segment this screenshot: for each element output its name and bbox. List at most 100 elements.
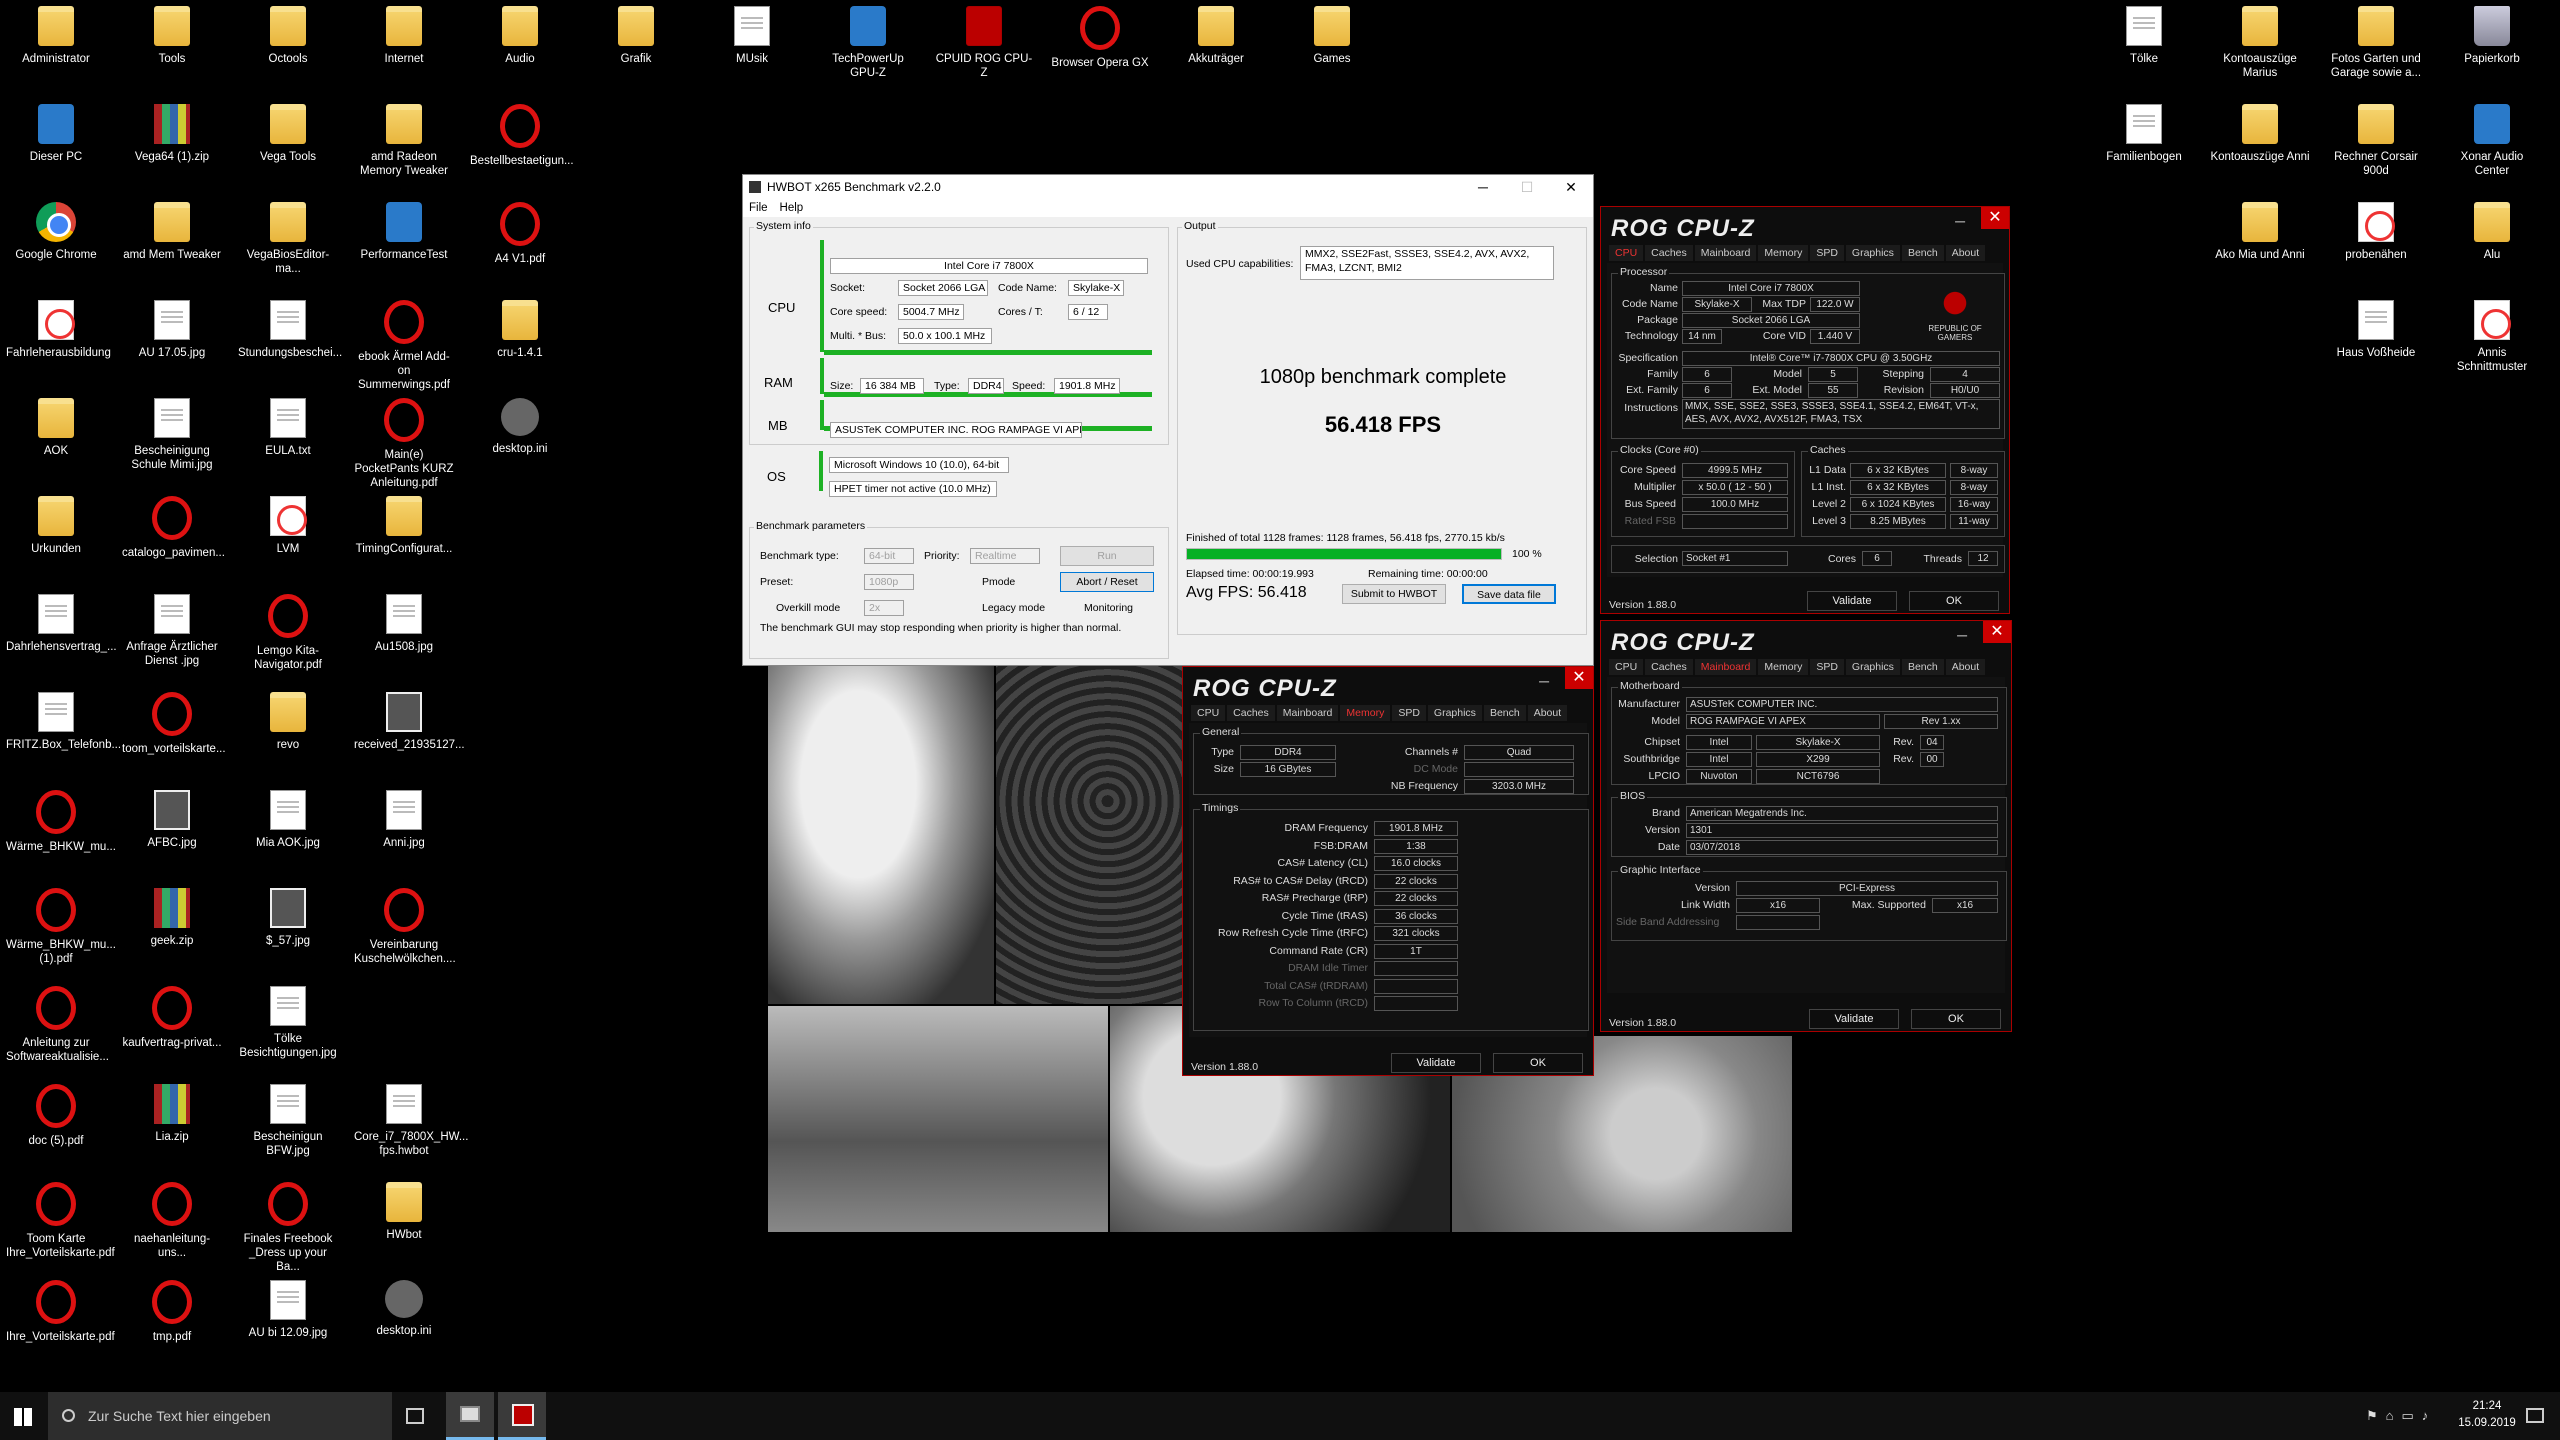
menu-help[interactable]: Help <box>780 202 804 214</box>
desktop-icon-anleitung-zur-softwareaktualisie[interactable]: Anleitung zur Softwareaktualisie... <box>6 980 109 1064</box>
tab-caches[interactable]: Caches <box>1645 245 1693 261</box>
desktop-icon-toom-karte-ihre-vorteilskarte-pdf[interactable]: Toom Karte Ihre_Vorteilskarte.pdf <box>6 1176 115 1260</box>
tab-graphics[interactable]: Graphics <box>1427 705 1482 721</box>
desktop-icon-cru-1-4-1[interactable]: cru-1.4.1 <box>470 294 570 360</box>
desktop-icon-toom-vorteilskarte[interactable]: toom_vorteilskarte... <box>122 686 226 756</box>
desktop-icon-browser-opera-gx[interactable]: Browser Opera GX <box>1050 0 1150 70</box>
overkill-checkbox[interactable]: Overkill mode <box>776 602 840 614</box>
tab-spd[interactable]: SPD <box>1810 245 1844 261</box>
minimize-icon[interactable]: ─ <box>1955 213 1965 229</box>
close-icon[interactable]: ✕ <box>1565 667 1593 689</box>
desktop-icon-au-bi-12-09-jpg[interactable]: AU bi 12.09.jpg <box>238 1274 338 1340</box>
desktop-icon-received-21935127[interactable]: received_21935127... <box>354 686 465 752</box>
desktop-icon-timingconfigurat[interactable]: TimingConfigurat... <box>354 490 454 556</box>
desktop-icon-tools[interactable]: Tools <box>122 0 222 66</box>
tab-about[interactable]: About <box>1945 245 1986 261</box>
desktop-icon-musik[interactable]: MUsik <box>702 0 802 66</box>
preset-select[interactable]: 1080p <box>864 574 914 590</box>
minimize-icon[interactable]: ─ <box>1957 627 1967 643</box>
desktop-icon-w-rme-bhkw-mu[interactable]: Wärme_BHKW_mu... <box>6 784 116 854</box>
desktop-icon-afbc-jpg[interactable]: AFBC.jpg <box>122 784 222 850</box>
desktop-icon-doc-5-pdf[interactable]: doc (5).pdf <box>6 1078 106 1148</box>
socket-select[interactable]: Socket #1 <box>1682 551 1788 566</box>
desktop-icon-t-lke-besichtigungen-jpg[interactable]: Tölke Besichtigungen.jpg <box>238 980 338 1060</box>
tab-memory[interactable]: Memory <box>1340 705 1391 721</box>
clock[interactable]: 21:24 15.09.2019 <box>2452 1398 2522 1432</box>
desktop-icon-kontoausz-ge-anni[interactable]: Kontoauszüge Anni <box>2210 98 2310 164</box>
tab-memory[interactable]: Memory <box>1758 245 1809 261</box>
desktop-icon-kaufvertrag-privat[interactable]: kaufvertrag-privat... <box>122 980 222 1050</box>
desktop-icon-octools[interactable]: Octools <box>238 0 338 66</box>
desktop-icon-google-chrome[interactable]: Google Chrome <box>6 196 106 262</box>
desktop-icon-w-rme-bhkw-mu-1-pdf[interactable]: Wärme_BHKW_mu... (1).pdf <box>6 882 116 966</box>
maximize-icon[interactable]: ☐ <box>1505 179 1549 196</box>
desktop-icon-vega64-1-zip[interactable]: Vega64 (1).zip <box>122 98 222 164</box>
desktop-icon-hwbot[interactable]: HWbot <box>354 1176 454 1242</box>
monitoring-checkbox[interactable]: Monitoring <box>1084 602 1133 614</box>
abort-reset-button[interactable]: Abort / Reset <box>1060 572 1154 592</box>
desktop-icon-vega-tools[interactable]: Vega Tools <box>238 98 338 164</box>
desktop-icon-naehanleitung-uns[interactable]: naehanleitung-uns... <box>122 1176 222 1260</box>
desktop-icon-fritz-box-telefonb[interactable]: FRITZ.Box_Telefonb... <box>6 686 121 752</box>
desktop-icon-audio[interactable]: Audio <box>470 0 570 66</box>
desktop-icon-internet[interactable]: Internet <box>354 0 454 66</box>
tab-about[interactable]: About <box>1945 659 1986 675</box>
desktop-icon-alu[interactable]: Alu <box>2442 196 2542 262</box>
bench-type-select[interactable]: 64-bit <box>864 548 914 564</box>
desktop-icon-lemgo-kita-navigator-pdf[interactable]: Lemgo Kita-Navigator.pdf <box>238 588 338 672</box>
taskbar-hwbot-app[interactable] <box>446 1392 494 1440</box>
run-button[interactable]: Run <box>1060 546 1154 566</box>
validate-button[interactable]: Validate <box>1809 1009 1899 1029</box>
desktop-icon-vegabioseditor-ma[interactable]: VegaBiosEditor-ma... <box>238 196 338 276</box>
desktop-icon-administrator[interactable]: Administrator <box>6 0 106 66</box>
desktop-icon-urkunden[interactable]: Urkunden <box>6 490 106 556</box>
save-data-file-button[interactable]: Save data file <box>1462 584 1556 604</box>
desktop-icon-stundungsbeschei[interactable]: Stundungsbeschei... <box>238 294 342 360</box>
tab-spd[interactable]: SPD <box>1392 705 1426 721</box>
desktop-icon-revo[interactable]: revo <box>238 686 338 752</box>
overkill-select[interactable]: 2x <box>864 600 904 616</box>
ok-button[interactable]: OK <box>1493 1053 1583 1073</box>
desktop-icon-desktop-ini[interactable]: desktop.ini <box>354 1274 454 1338</box>
desktop-icon-dahrlehensvertrag[interactable]: Dahrlehensvertrag_... <box>6 588 117 654</box>
tab-bench[interactable]: Bench <box>1483 705 1526 721</box>
desktop-icon-finales-freebook-dress-up-your-ba[interactable]: Finales Freebook _Dress up your Ba... <box>238 1176 338 1274</box>
desktop-icon-t-lke[interactable]: Tölke <box>2094 0 2194 66</box>
desktop-icon-akkutr-ger[interactable]: Akkuträger <box>1166 0 1266 66</box>
tab-bench[interactable]: Bench <box>1901 245 1944 261</box>
validate-button[interactable]: Validate <box>1807 591 1897 611</box>
tab-graphics[interactable]: Graphics <box>1845 245 1900 261</box>
desktop-icon-amd-radeon-memory-tweaker[interactable]: amd Radeon Memory Tweaker <box>354 98 454 178</box>
windows-start-icon[interactable] <box>14 1408 32 1426</box>
desktop-icon-performancetest[interactable]: PerformanceTest <box>354 196 454 262</box>
desktop-icon-eula-txt[interactable]: EULA.txt <box>238 392 338 458</box>
tab-mainboard[interactable]: Mainboard <box>1694 245 1757 261</box>
minimize-icon[interactable]: ─ <box>1539 673 1549 689</box>
desktop-icon-kontoausz-ge-marius[interactable]: Kontoauszüge Marius <box>2210 0 2310 80</box>
desktop-icon-games[interactable]: Games <box>1282 0 1382 66</box>
menu-file[interactable]: File <box>749 202 768 214</box>
close-icon[interactable]: ✕ <box>1549 179 1593 196</box>
priority-select[interactable]: Realtime <box>970 548 1040 564</box>
desktop-icon-57-jpg[interactable]: $_57.jpg <box>238 882 338 948</box>
desktop-icon-bescheinigung-schule-mimi-jpg[interactable]: Bescheinigung Schule Mimi.jpg <box>122 392 222 472</box>
desktop-icon-techpowerup-gpu-z[interactable]: TechPowerUp GPU-Z <box>818 0 918 80</box>
tab-memory[interactable]: Memory <box>1758 659 1809 675</box>
desktop-icon-annis-schnittmuster[interactable]: Annis Schnittmuster <box>2442 294 2542 374</box>
tab-bench[interactable]: Bench <box>1901 659 1944 675</box>
desktop-icon-grafik[interactable]: Grafik <box>586 0 686 66</box>
desktop-icon-au-17-05-jpg[interactable]: AU 17.05.jpg <box>122 294 222 360</box>
pmode-checkbox[interactable]: Pmode <box>982 576 1015 588</box>
desktop-icon-fahrleherausbildung[interactable]: Fahrleherausbildung <box>6 294 111 360</box>
taskbar-cpuz-app[interactable] <box>498 1392 546 1440</box>
desktop-icon-core-i7-7800x-hw-fps-hwbot[interactable]: Core_i7_7800X_HW... fps.hwbot <box>354 1078 468 1158</box>
tab-cpu[interactable]: CPU <box>1191 705 1226 721</box>
desktop-icon-anni-jpg[interactable]: Anni.jpg <box>354 784 454 850</box>
taskbar-search-box[interactable]: Zur Suche Text hier eingeben <box>48 1392 392 1440</box>
desktop-icon-cpuid-rog-cpu-z[interactable]: CPUID ROG CPU-Z <box>934 0 1034 80</box>
desktop-icon-ako-mia-und-anni[interactable]: Ako Mia und Anni <box>2210 196 2310 262</box>
desktop-icon-anfrage-rztlicher-dienst-jpg[interactable]: Anfrage Ärztlicher Dienst .jpg <box>122 588 222 668</box>
close-icon[interactable]: ✕ <box>1983 621 2011 643</box>
desktop-icon-haus-vo-heide[interactable]: Haus Voßheide <box>2326 294 2426 360</box>
task-view-icon[interactable] <box>406 1408 424 1424</box>
